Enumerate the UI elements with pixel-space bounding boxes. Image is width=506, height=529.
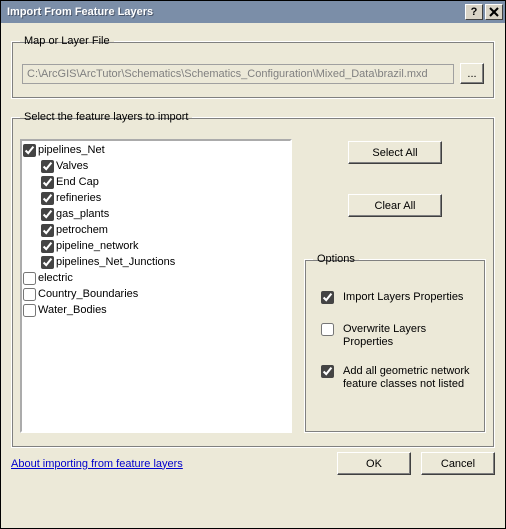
layer-list-item[interactable]: Valves — [23, 158, 289, 174]
layer-label: Water_Bodies — [38, 304, 107, 316]
layer-label: pipeline_network — [56, 240, 139, 252]
map-file-legend: Map or Layer File — [20, 35, 114, 47]
import-layers-properties-checkbox[interactable] — [321, 291, 334, 304]
layer-checkbox[interactable] — [41, 240, 54, 253]
select-all-button[interactable]: Select All — [348, 141, 442, 164]
close-button[interactable] — [485, 4, 503, 20]
layer-label: Country_Boundaries — [38, 288, 138, 300]
close-icon — [489, 7, 499, 17]
layer-list-item[interactable]: End Cap — [23, 174, 289, 190]
layer-list-item[interactable]: Country_Boundaries — [23, 286, 289, 302]
add-geometric-network-checkbox[interactable] — [321, 365, 334, 378]
layer-label: gas_plants — [56, 208, 109, 220]
clear-all-button[interactable]: Clear All — [348, 194, 442, 217]
layer-label: Valves — [56, 160, 88, 172]
layer-list-item[interactable]: gas_plants — [23, 206, 289, 222]
browse-button[interactable]: ... — [460, 63, 484, 84]
window-title: Import From Feature Layers — [7, 6, 464, 18]
layers-right-column: Select All Clear All Options Import Laye… — [304, 139, 486, 433]
cancel-button[interactable]: Cancel — [421, 452, 495, 475]
layer-list-item[interactable]: electric — [23, 270, 289, 286]
footer: About importing from feature layers OK C… — [11, 448, 495, 475]
options-group: Options Import Layers Properties Overwri… — [304, 253, 486, 433]
option-row-add-geom: Add all geometric network feature classe… — [317, 365, 473, 391]
import-layers-properties-label: Import Layers Properties — [343, 291, 463, 304]
layer-checkbox[interactable] — [23, 272, 36, 285]
option-row-overwrite-props: Overwrite Layers Properties — [317, 323, 473, 349]
spacer — [304, 170, 486, 186]
layer-checkbox[interactable] — [41, 208, 54, 221]
help-link[interactable]: About importing from feature layers — [11, 458, 183, 470]
layer-list-item[interactable]: refineries — [23, 190, 289, 206]
layer-checkbox[interactable] — [23, 304, 36, 317]
layer-label: End Cap — [56, 176, 99, 188]
help-button[interactable]: ? — [465, 4, 483, 20]
layer-label: refineries — [56, 192, 101, 204]
ok-button[interactable]: OK — [337, 452, 411, 475]
layer-label: pipelines_Net_Junctions — [56, 256, 175, 268]
layer-label: electric — [38, 272, 73, 284]
layer-label: pipelines_Net — [38, 144, 105, 156]
layers-group: Select the feature layers to import pipe… — [11, 111, 495, 448]
layer-list-item[interactable]: pipelines_Net — [23, 142, 289, 158]
map-path-input[interactable] — [22, 64, 454, 84]
path-row: ... — [22, 63, 484, 84]
layer-checkbox[interactable] — [23, 144, 36, 157]
layer-checkbox[interactable] — [41, 192, 54, 205]
layer-checkbox[interactable] — [23, 288, 36, 301]
layer-label: petrochem — [56, 224, 108, 236]
overwrite-layers-properties-checkbox[interactable] — [321, 323, 334, 336]
layer-checkbox[interactable] — [41, 224, 54, 237]
layer-checkbox[interactable] — [41, 176, 54, 189]
layer-checkbox[interactable] — [41, 160, 54, 173]
layer-list-item[interactable]: pipeline_network — [23, 238, 289, 254]
map-file-group: Map or Layer File ... — [11, 35, 495, 99]
option-row-import-props: Import Layers Properties — [317, 291, 473, 307]
dialog-window: Import From Feature Layers ? Map or Laye… — [0, 0, 506, 529]
layer-list-item[interactable]: pipelines_Net_Junctions — [23, 254, 289, 270]
client-area: Map or Layer File ... Select the feature… — [1, 23, 505, 528]
add-geometric-network-label: Add all geometric network feature classe… — [343, 365, 473, 391]
layers-legend: Select the feature layers to import — [20, 111, 192, 123]
layer-list-item[interactable]: Water_Bodies — [23, 302, 289, 318]
titlebar: Import From Feature Layers ? — [1, 1, 505, 23]
layers-area: pipelines_Net Valves End Cap refineries gas_… — [20, 139, 486, 433]
overwrite-layers-properties-label: Overwrite Layers Properties — [343, 323, 473, 349]
layer-listbox[interactable]: pipelines_Net Valves End Cap refineries gas_… — [20, 139, 292, 433]
options-legend: Options — [313, 253, 359, 265]
layer-checkbox[interactable] — [41, 256, 54, 269]
layer-list-item[interactable]: petrochem — [23, 222, 289, 238]
